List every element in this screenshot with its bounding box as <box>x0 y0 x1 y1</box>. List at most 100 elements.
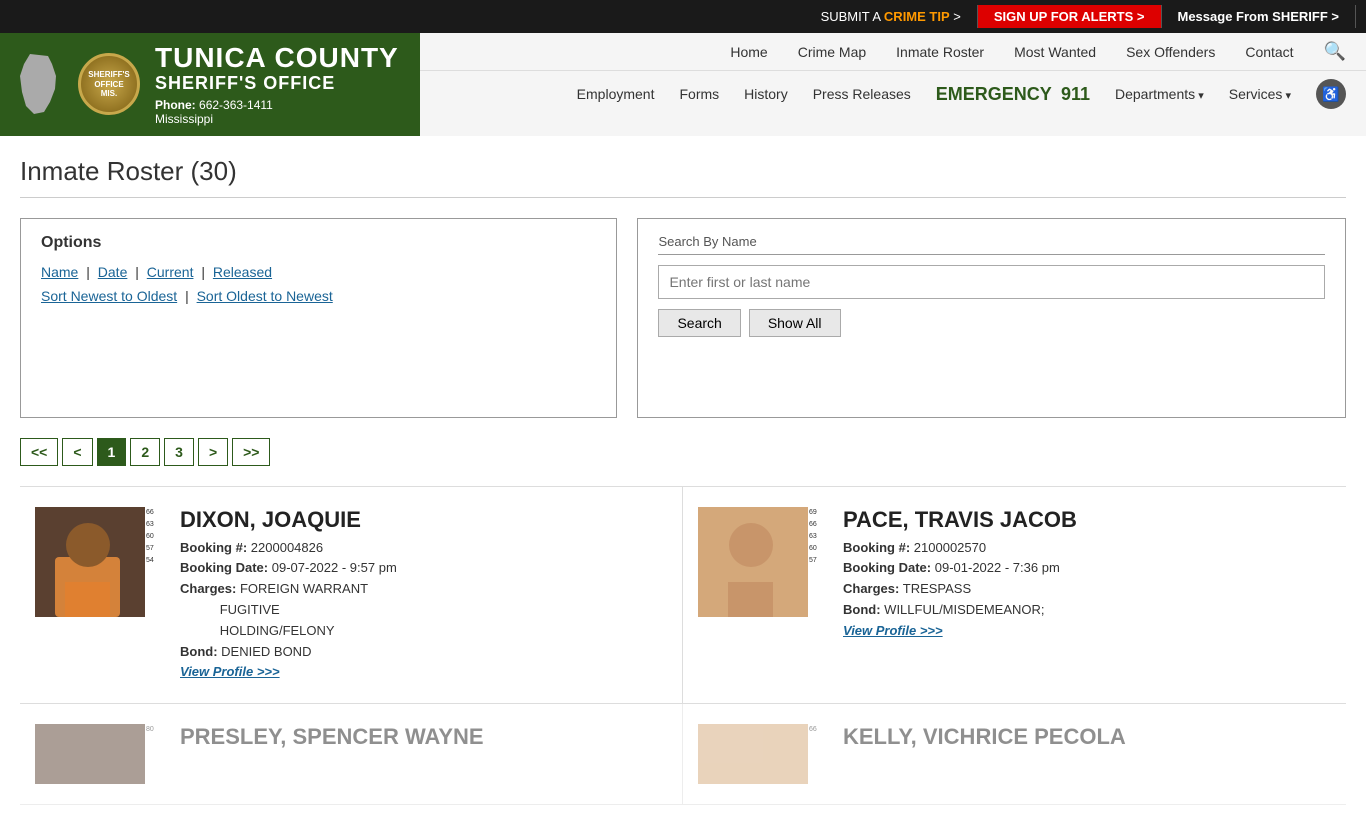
bond-label: Bond: <box>843 602 881 617</box>
inmate-name: PACE, TRAVIS JACOB <box>843 507 1331 533</box>
booking-num-label: Booking #: <box>180 540 247 555</box>
accessibility-button[interactable]: ♿ <box>1316 79 1346 109</box>
inmate-name: KELLY, VICHRICE PECOLA <box>843 724 1331 750</box>
top-bar: SUBMIT A CRIME TIP > SIGN UP FOR ALERTS … <box>0 0 1366 33</box>
booking-date-label: Booking Date: <box>843 560 931 575</box>
booking-date-label: Booking Date: <box>180 560 268 575</box>
photo-ruler: 6663605754 <box>145 507 165 617</box>
option-date[interactable]: Date <box>98 264 128 280</box>
inmate-card: 6966636057 PACE, TRAVIS JACOB Booking #:… <box>683 487 1346 705</box>
options-heading: Options <box>41 234 596 252</box>
nav-departments[interactable]: Departments <box>1115 86 1204 102</box>
search-button[interactable]: Search <box>658 309 740 337</box>
county-name: TUNICA COUNTY <box>155 43 399 74</box>
search-box: Search By Name Search Show All <box>637 218 1346 418</box>
photo-ruler: 80 <box>145 724 165 784</box>
option-current[interactable]: Current <box>147 264 194 280</box>
inmate-photo: 6966636057 <box>698 507 828 617</box>
page-3[interactable]: 3 <box>164 438 194 466</box>
nav-most-wanted[interactable]: Most Wanted <box>1014 44 1096 60</box>
nav-inmate-roster[interactable]: Inmate Roster <box>896 44 984 60</box>
sheriff-link[interactable]: Message From SHERIFF > <box>1162 5 1357 28</box>
page-last[interactable]: >> <box>232 438 270 466</box>
charges-label: Charges: <box>180 581 236 596</box>
page-prev[interactable]: < <box>62 438 92 466</box>
options-search-row: Options Name | Date | Current | Released… <box>20 218 1346 418</box>
search-input[interactable] <box>658 265 1325 299</box>
booking-date-value: 09-01-2022 - 7:36 pm <box>935 560 1060 575</box>
search-icon-button[interactable]: 🔍 <box>1324 41 1346 62</box>
inmate-grid: 6663605754 DIXON, JOAQUIE Booking #: 220… <box>20 486 1346 806</box>
nav-home[interactable]: Home <box>730 44 767 60</box>
bond-value: DENIED BOND <box>221 644 311 659</box>
bond-label: Bond: <box>180 644 218 659</box>
sheriff-prefix: Message From <box>1178 9 1273 24</box>
sheriff-arrow: > <box>1328 9 1339 24</box>
page-1[interactable]: 1 <box>97 438 127 466</box>
state-name: Mississippi <box>155 112 399 126</box>
charges-value: TRESPASS <box>903 581 971 596</box>
options-links-row2: Sort Newest to Oldest | Sort Oldest to N… <box>41 288 596 304</box>
emergency-text: EMERGENCY <box>936 84 1052 104</box>
inmate-photo: 80 <box>35 724 165 784</box>
mugshot-figure-icon <box>35 507 145 617</box>
phone-info: Phone: 662-363-1411 <box>155 98 399 112</box>
ms-silhouette-icon <box>20 54 58 114</box>
view-profile-link[interactable]: View Profile >>> <box>843 623 943 638</box>
nav-employment[interactable]: Employment <box>577 86 655 102</box>
alerts-prefix: SIGN UP FOR <box>994 9 1081 24</box>
photo-ruler: 6966636057 <box>808 507 828 617</box>
phone-label: Phone: <box>155 98 196 112</box>
inmate-info: PRESLEY, SPENCER WAYNE <box>180 724 667 755</box>
site-title: TUNICA COUNTY SHERIFF'S OFFICE Phone: 66… <box>155 43 399 126</box>
inmate-detail: Booking #: 2100002570 Booking Date: 09-0… <box>843 538 1331 642</box>
bond-value: WILLFUL/MISDEMEANOR; <box>884 602 1044 617</box>
page-2[interactable]: 2 <box>130 438 160 466</box>
alerts-arrow: > <box>1133 9 1144 24</box>
page-title: Inmate Roster (30) <box>20 156 1346 198</box>
page-next[interactable]: > <box>198 438 228 466</box>
alerts-highlight: ALERTS <box>1081 9 1133 24</box>
option-name[interactable]: Name <box>41 264 78 280</box>
option-released[interactable]: Released <box>213 264 272 280</box>
search-by-name-label: Search By Name <box>658 234 1325 255</box>
emergency-911: 911 <box>1061 84 1090 104</box>
crime-tip-highlight: CRIME TIP <box>884 9 950 24</box>
booking-num-label: Booking #: <box>843 540 910 555</box>
inmate-name: PRESLEY, SPENCER WAYNE <box>180 724 667 750</box>
crime-tip-link[interactable]: SUBMIT A CRIME TIP > <box>805 5 978 28</box>
show-all-button[interactable]: Show All <box>749 309 841 337</box>
charges-label: Charges: <box>843 581 899 596</box>
inmate-card: 6663605754 DIXON, JOAQUIE Booking #: 220… <box>20 487 683 705</box>
office-name: SHERIFF'S OFFICE <box>155 74 399 94</box>
mugshot-figure-icon <box>698 507 808 617</box>
inmate-photo: 6663605754 <box>35 507 165 617</box>
phone-number: 662-363-1411 <box>199 98 273 112</box>
pagination: << < 1 2 3 > >> <box>20 438 1346 466</box>
inmate-card: 80 PRESLEY, SPENCER WAYNE <box>20 704 683 805</box>
nav-crime-map[interactable]: Crime Map <box>798 44 866 60</box>
header-nav-bottom: Employment Forms History Press Releases … <box>420 71 1366 117</box>
header-nav: Home Crime Map Inmate Roster Most Wanted… <box>420 33 1366 136</box>
header: SHERIFF'SOFFICEMIS. TUNICA COUNTY SHERIF… <box>0 33 1366 136</box>
header-nav-top: Home Crime Map Inmate Roster Most Wanted… <box>420 33 1366 71</box>
inmate-card: 66 KELLY, VICHRICE PECOLA <box>683 704 1346 805</box>
inmate-name: DIXON, JOAQUIE <box>180 507 667 533</box>
option-sort-newest[interactable]: Sort Newest to Oldest <box>41 288 177 304</box>
crime-tip-prefix: SUBMIT A <box>821 9 884 24</box>
nav-history[interactable]: History <box>744 86 788 102</box>
nav-services[interactable]: Services <box>1229 86 1291 102</box>
booking-num-value: 2200004826 <box>251 540 323 555</box>
nav-forms[interactable]: Forms <box>679 86 719 102</box>
option-sort-oldest[interactable]: Sort Oldest to Newest <box>197 288 333 304</box>
alerts-link[interactable]: SIGN UP FOR ALERTS > <box>978 5 1162 28</box>
nav-sex-offenders[interactable]: Sex Offenders <box>1126 44 1215 60</box>
nav-press-releases[interactable]: Press Releases <box>813 86 911 102</box>
sheriff-highlight: SHERIFF <box>1272 9 1328 24</box>
booking-date-value: 09-07-2022 - 9:57 pm <box>272 560 397 575</box>
photo-ruler: 66 <box>808 724 828 784</box>
page-first[interactable]: << <box>20 438 58 466</box>
view-profile-link[interactable]: View Profile >>> <box>180 664 280 679</box>
nav-contact[interactable]: Contact <box>1245 44 1293 60</box>
inmate-info: DIXON, JOAQUIE Booking #: 2200004826 Boo… <box>180 507 667 684</box>
